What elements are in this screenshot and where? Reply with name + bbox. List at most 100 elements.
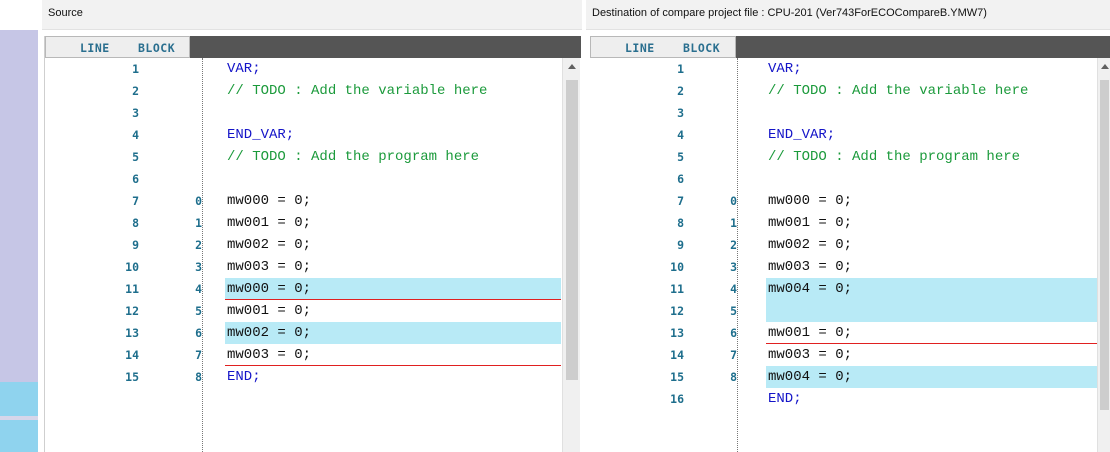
code-text[interactable]: // TODO : Add the program here <box>768 146 1020 168</box>
code-text[interactable]: mw003 = 0; <box>227 344 311 366</box>
column-header: LINE BLOCK <box>45 36 581 58</box>
code-line-row[interactable]: 3 <box>45 102 562 124</box>
code-text[interactable]: mw001 = 0; <box>227 212 311 234</box>
code-text[interactable]: mw002 = 0; <box>227 234 311 256</box>
block-number: 2 <box>195 238 202 252</box>
code-line-row[interactable]: 10 3 mw003 = 0; <box>45 256 562 278</box>
line-number: 13 <box>125 326 139 340</box>
line-column-header: LINE <box>625 41 655 55</box>
code-line-row[interactable]: 14 7 mw003 = 0; <box>590 344 1097 366</box>
code-text[interactable]: mw003 = 0; <box>768 256 852 278</box>
line-number: 15 <box>670 370 684 384</box>
line-number: 3 <box>677 106 684 120</box>
code-text[interactable]: END_VAR; <box>227 124 294 146</box>
code-text[interactable]: END; <box>768 388 802 410</box>
destination-pane-title: Destination of compare project file : CP… <box>586 0 1110 30</box>
code-line-row[interactable]: 4 END_VAR; <box>590 124 1097 146</box>
destination-vertical-scrollbar[interactable] <box>1097 58 1110 452</box>
code-line-row[interactable]: 8 1 mw001 = 0; <box>45 212 562 234</box>
code-line-row[interactable]: 16 END; <box>590 388 1097 410</box>
column-header-cell: LINE BLOCK <box>590 36 736 58</box>
code-line-row[interactable]: 6 <box>45 168 562 190</box>
code-line-row[interactable]: 11 4 mw000 = 0; <box>45 278 562 300</box>
diff-highlight <box>766 300 1097 322</box>
scroll-up-icon[interactable] <box>568 64 576 69</box>
block-number: 0 <box>195 194 202 208</box>
line-number: 1 <box>677 62 684 76</box>
code-text[interactable]: // TODO : Add the program here <box>227 146 479 168</box>
line-number: 14 <box>670 348 684 362</box>
line-column-header: LINE <box>80 41 110 55</box>
code-line-row[interactable]: 3 <box>590 102 1097 124</box>
code-line-row[interactable]: 12 5 mw001 = 0; <box>45 300 562 322</box>
code-line-row[interactable]: 8 1 mw001 = 0; <box>590 212 1097 234</box>
block-number: 6 <box>195 326 202 340</box>
code-text[interactable]: mw004 = 0; <box>768 278 852 300</box>
block-number: 4 <box>195 282 202 296</box>
code-text[interactable]: VAR; <box>227 58 261 80</box>
code-text[interactable]: mw004 = 0; <box>768 366 852 388</box>
line-number: 9 <box>132 238 139 252</box>
source-vertical-scrollbar[interactable] <box>562 58 580 452</box>
block-number: 1 <box>730 216 737 230</box>
code-line-row[interactable]: 15 8 END; <box>45 366 562 388</box>
code-text[interactable]: mw001 = 0; <box>227 300 311 322</box>
code-line-row[interactable]: 10 3 mw003 = 0; <box>590 256 1097 278</box>
scroll-up-icon[interactable] <box>1101 64 1109 69</box>
code-text[interactable]: mw001 = 0; <box>768 212 852 234</box>
code-line-row[interactable]: 2 // TODO : Add the variable here <box>590 80 1097 102</box>
code-line-row[interactable]: 5 // TODO : Add the program here <box>590 146 1097 168</box>
code-line-row[interactable]: 1 VAR; <box>590 58 1097 80</box>
code-line-row[interactable]: 1 VAR; <box>45 58 562 80</box>
code-text[interactable]: mw002 = 0; <box>227 322 311 344</box>
code-line-row[interactable]: 9 2 mw002 = 0; <box>45 234 562 256</box>
code-line-row[interactable]: 7 0 mw000 = 0; <box>590 190 1097 212</box>
code-line-row[interactable]: 9 2 mw002 = 0; <box>590 234 1097 256</box>
line-number: 16 <box>670 392 684 406</box>
scrollbar-thumb[interactable] <box>1100 80 1109 410</box>
source-code-pane[interactable]: LINE BLOCK 1 VAR; 2 // TODO : Add the varia… <box>44 36 581 452</box>
column-header: LINE BLOCK <box>590 36 1110 58</box>
block-number: 1 <box>195 216 202 230</box>
code-text[interactable]: mw002 = 0; <box>768 234 852 256</box>
code-line-row[interactable]: 7 0 mw000 = 0; <box>45 190 562 212</box>
block-number: 3 <box>730 260 737 274</box>
code-text[interactable]: mw003 = 0; <box>768 344 852 366</box>
column-header-cell: LINE BLOCK <box>45 36 190 58</box>
source-pane-title: Source <box>42 0 582 30</box>
line-number: 12 <box>125 304 139 318</box>
scrollbar-thumb[interactable] <box>566 80 578 380</box>
line-number: 14 <box>125 348 139 362</box>
code-line-row[interactable]: 14 7 mw003 = 0; <box>45 344 562 366</box>
code-text[interactable]: mw000 = 0; <box>227 278 311 300</box>
code-line-row[interactable]: 15 8 mw004 = 0; <box>590 366 1097 388</box>
code-line-row[interactable]: 5 // TODO : Add the program here <box>45 146 562 168</box>
block-number: 6 <box>730 326 737 340</box>
code-text[interactable]: // TODO : Add the variable here <box>768 80 1028 102</box>
code-text[interactable]: mw003 = 0; <box>227 256 311 278</box>
destination-code-pane[interactable]: LINE BLOCK 1 VAR; 2 // TODO : Add the varia… <box>590 36 1110 452</box>
code-line-row[interactable]: 12 5 <box>590 300 1097 322</box>
block-number: 8 <box>195 370 202 384</box>
code-text[interactable]: END_VAR; <box>768 124 835 146</box>
line-number: 7 <box>677 194 684 208</box>
code-line-row[interactable]: 13 6 mw001 = 0; <box>590 322 1097 344</box>
line-number: 15 <box>125 370 139 384</box>
code-line-row[interactable]: 4 END_VAR; <box>45 124 562 146</box>
code-line-row[interactable]: 2 // TODO : Add the variable here <box>45 80 562 102</box>
line-number: 5 <box>677 150 684 164</box>
code-text[interactable]: VAR; <box>768 58 802 80</box>
code-text[interactable]: mw000 = 0; <box>227 190 311 212</box>
code-text[interactable]: mw000 = 0; <box>768 190 852 212</box>
overview-segment-changed <box>0 420 38 452</box>
diff-overview-bar[interactable] <box>0 30 38 452</box>
line-number: 4 <box>132 128 139 142</box>
code-text[interactable]: END; <box>227 366 261 388</box>
line-number: 11 <box>125 282 139 296</box>
code-line-row[interactable]: 6 <box>590 168 1097 190</box>
code-text[interactable]: // TODO : Add the variable here <box>227 80 487 102</box>
code-text[interactable]: mw001 = 0; <box>768 322 852 344</box>
code-line-row[interactable]: 13 6 mw002 = 0; <box>45 322 562 344</box>
block-number: 7 <box>195 348 202 362</box>
code-line-row[interactable]: 11 4 mw004 = 0; <box>590 278 1097 300</box>
